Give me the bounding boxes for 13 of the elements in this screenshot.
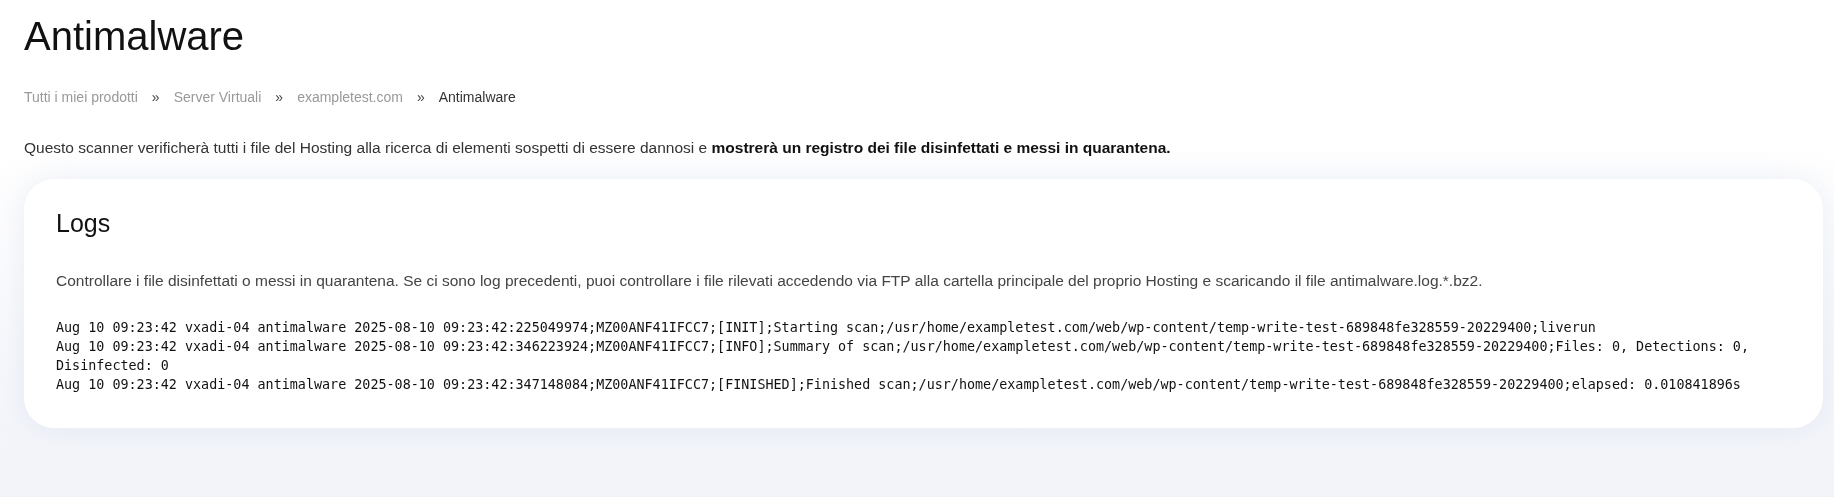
log-line: Aug 10 09:23:42 vxadi-04 antimalware 2025-08-10 09:23:42:346223924;MZ00ANF41IFCC7;[INFO];Summary of scan;/usr/home/exampletest.com/web/wp-content/temp-write-test-689848fe328559-20229400;Files: 0, Detections: 0, Disinfected: 0 (56, 338, 1750, 375)
intro-text: Questo scanner verificherà tutti i file del Hosting alla ricerca di elementi sospetti di essere dannosi e mostrerà un registro dei file disinfettati e messi in quarantena. (24, 139, 1172, 157)
log-line: Aug 10 09:23:42 vxadi-04 antimalware 2025-08-10 09:23:42:225049974;MZ00ANF41IFCC7;[INIT];Starting scan;/usr/home/exampletest.com/web/wp-content/temp-write-test-689848fe328559-20229400;liverun (56, 319, 1597, 337)
breadcrumb-separator: » (416, 89, 425, 105)
card-description: Controllare i file disinfettati o messi in quarantena. Se ci sono log precedenti, puoi controllare i file rilevati accedendo via FTP alla cartella principale del proprio Hosting e scaricando il file antimalware.log.*.bz2. (56, 272, 1484, 290)
page-title: Antimalware (24, 14, 245, 59)
breadcrumb-link[interactable]: Server Virtuali (173, 89, 262, 105)
log-line: Aug 10 09:23:42 vxadi-04 antimalware 2025-08-10 09:23:42:347148084;MZ00ANF41IFCC7;[FINISHED];Finished scan;/usr/home/exampletest.com/web/wp-content/temp-write-test-689848fe328559-20229400;elapsed: 0.010841896s (56, 376, 1742, 394)
card-title: Logs (56, 209, 111, 238)
breadcrumb-link[interactable]: Tutti i miei prodotti (24, 89, 138, 105)
breadcrumb-separator: » (151, 89, 160, 105)
breadcrumb-separator: » (275, 89, 284, 105)
breadcrumb-link[interactable]: exampletest.com (297, 89, 403, 105)
